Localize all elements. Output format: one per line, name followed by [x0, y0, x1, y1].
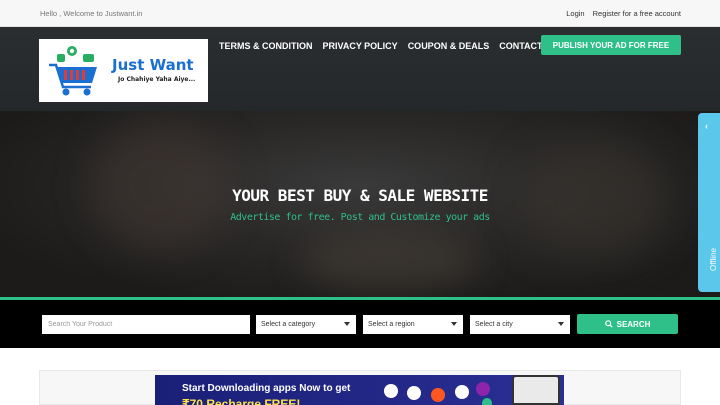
phone-graphic [512, 375, 560, 405]
login-link[interactable]: Login [566, 9, 584, 18]
register-link[interactable]: Register for a free account [593, 9, 681, 18]
search-button[interactable]: SEARCH [577, 314, 678, 334]
site-header: Just Want Jo Chahiye Yaha Aiye... TERMS … [0, 27, 720, 111]
publish-ad-button[interactable]: PUBLISH YOUR AD FOR FREE [541, 35, 681, 55]
promo-banner-headline: Start Downloading apps Now to get [182, 383, 351, 394]
category-select-value: Select a category [261, 321, 316, 328]
nav-contact[interactable]: CONTACT [499, 41, 542, 51]
nav-privacy-policy[interactable]: PRIVACY POLICY [323, 41, 398, 51]
search-button-label: SEARCH [616, 319, 651, 329]
search-icon [604, 320, 613, 328]
welcome-text: Hello , Welcome to Justwant.in [40, 9, 143, 18]
logo-tagline: Jo Chahiye Yaha Aiye... [118, 76, 196, 83]
offline-label: Offline [709, 248, 718, 271]
logo-brand-text: Just Want [112, 56, 194, 74]
chevron-left-icon: ‹ [705, 121, 708, 131]
nav-terms-condition[interactable]: TERMS & CONDITION [219, 41, 313, 51]
region-select[interactable]: Select a region [363, 315, 463, 334]
dropdown-caret-icon [344, 322, 350, 326]
app-icons-graphic [384, 382, 492, 405]
hero-banner: YOUR BEST BUY & SALE WEBSITE Advertise f… [0, 111, 720, 297]
promo-banner[interactable]: Start Downloading apps Now to get ₹70 Re… [155, 375, 564, 405]
promo-banner-offer: ₹70 Recharge FREE! [182, 397, 301, 405]
dropdown-caret-icon [558, 322, 564, 326]
account-links: Login Register for a free account [566, 9, 681, 18]
hero-background-shape [300, 231, 480, 291]
shopping-cart-logo-icon [49, 46, 97, 96]
dropdown-caret-icon [451, 322, 457, 326]
main-nav: TERMS & CONDITION PRIVACY POLICY COUPON … [219, 41, 543, 51]
hero-subtitle: Advertise for free. Post and Customize y… [230, 212, 490, 223]
hero-title: YOUR BEST BUY & SALE WEBSITE [232, 186, 488, 205]
top-bar: Hello , Welcome to Justwant.in Login Reg… [0, 0, 720, 27]
city-select-value: Select a city [475, 321, 513, 328]
site-logo[interactable]: Just Want Jo Chahiye Yaha Aiye... [39, 39, 208, 102]
region-select-value: Select a region [368, 321, 415, 328]
category-select[interactable]: Select a category [256, 315, 356, 334]
city-select[interactable]: Select a city [470, 315, 570, 334]
offline-chat-tab[interactable]: ‹ Offline [698, 113, 720, 292]
search-bar: Select a category Select a region Select… [0, 300, 720, 348]
nav-coupon-deals[interactable]: COUPON & DEALS [408, 41, 490, 51]
search-input[interactable] [42, 315, 250, 334]
